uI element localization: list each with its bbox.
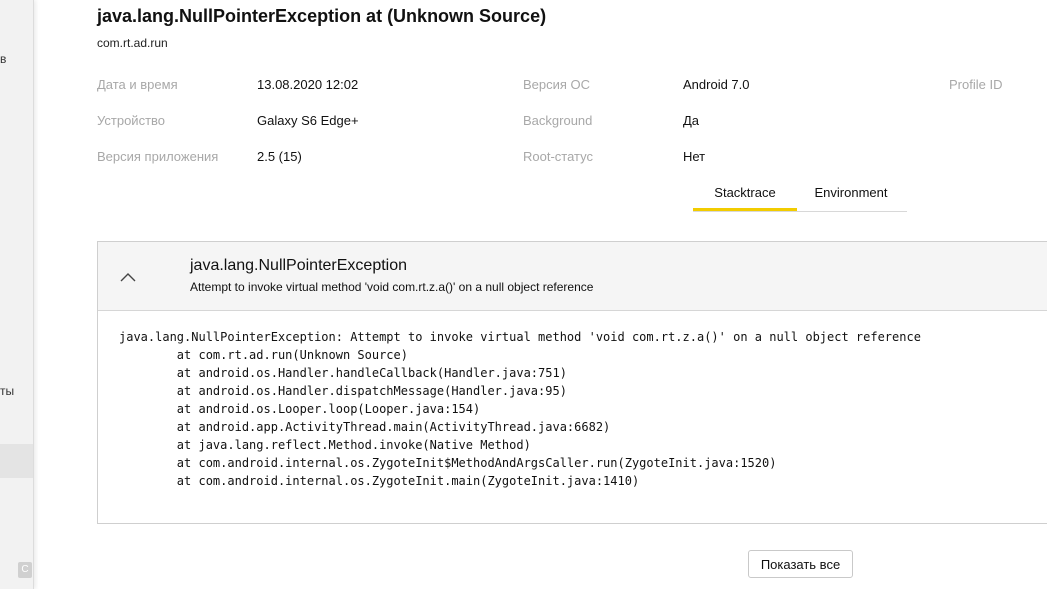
device-value: Galaxy S6 Edge+ — [257, 113, 359, 128]
background-label: Background — [523, 113, 593, 128]
crash-details-page: в ты С java.lang.NullPointerException at… — [0, 0, 1047, 589]
os-version-value: Android 7.0 — [683, 77, 750, 92]
tab-stacktrace[interactable]: Stacktrace — [693, 183, 797, 211]
exception-panel: java.lang.NullPointerException Attempt t… — [97, 241, 1047, 524]
package-name: com.rt.ad.run — [97, 36, 168, 50]
exception-name: java.lang.NullPointerException — [190, 257, 408, 274]
stacktrace-line: at com.rt.ad.run(Unknown Source) — [119, 348, 408, 362]
background-value: Да — [683, 113, 700, 128]
sidebar-corner-badge: С — [18, 562, 32, 578]
exception-header[interactable]: java.lang.NullPointerException Attempt t… — [98, 242, 1047, 311]
stacktrace-text: java.lang.NullPointerException: Attempt … — [119, 328, 921, 490]
device-label: Устройство — [97, 113, 166, 128]
show-all-button[interactable]: Показать все — [748, 550, 853, 578]
sidebar-item-active[interactable] — [0, 444, 33, 478]
app-version-label: Версия приложения — [97, 149, 219, 164]
datetime-label: Дата и время — [97, 77, 178, 92]
page-title: java.lang.NullPointerException at (Unkno… — [97, 6, 547, 26]
stacktrace-line: at java.lang.reflect.Method.invoke(Nativ… — [119, 438, 531, 452]
tab-environment[interactable]: Environment — [804, 183, 898, 211]
os-version-label: Версия ОС — [523, 77, 591, 92]
sidebar: в ты С — [0, 0, 34, 589]
datetime-value: 13.08.2020 12:02 — [257, 77, 359, 92]
app-version-value: 2.5 (15) — [257, 149, 302, 164]
tab-bar: Stacktrace Environment — [693, 183, 907, 212]
chevron-up-icon[interactable] — [118, 267, 138, 287]
sidebar-item-fragment[interactable]: в — [0, 52, 6, 66]
sidebar-item-fragment[interactable]: ты — [0, 384, 14, 398]
stacktrace-line: at com.android.internal.os.ZygoteInit$Me… — [119, 456, 777, 470]
root-status-label: Root-статус — [523, 149, 593, 164]
stacktrace-line: at com.android.internal.os.ZygoteInit.ma… — [119, 474, 640, 488]
stacktrace-line: java.lang.NullPointerException: Attempt … — [119, 330, 921, 344]
stacktrace-line: at android.app.ActivityThread.main(Activ… — [119, 420, 611, 434]
stacktrace-line: at android.os.Handler.handleCallback(Han… — [119, 366, 567, 380]
exception-message: Attempt to invoke virtual method 'void c… — [190, 280, 594, 294]
profile-id-label: Profile ID — [949, 77, 1003, 92]
stacktrace-line: at android.os.Looper.loop(Looper.java:15… — [119, 402, 481, 416]
root-status-value: Нет — [683, 149, 706, 164]
stacktrace-line: at android.os.Handler.dispatchMessage(Ha… — [119, 384, 567, 398]
